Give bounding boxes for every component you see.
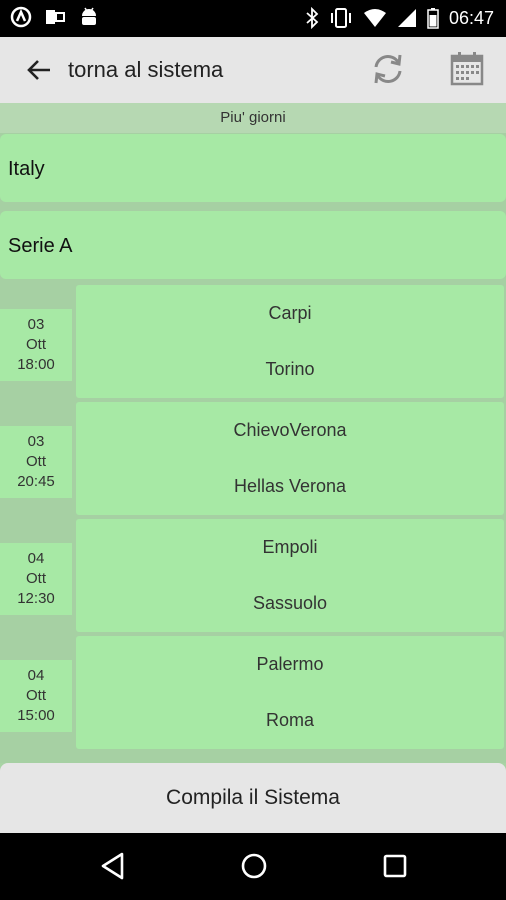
signal-icon [397, 9, 416, 27]
match-row[interactable]: 03 Ott 20:45 ChievoVerona Hellas Verona [0, 402, 506, 518]
compile-system-button[interactable]: Compila il Sistema [0, 763, 506, 833]
match-row[interactable]: 04 Ott 12:30 Empoli Sassuolo [0, 519, 506, 635]
home-team: Palermo [256, 654, 324, 674]
match-date: 04 Ott 15:00 [0, 660, 72, 732]
status-bar: 06:47 [0, 0, 506, 37]
back-nav-icon[interactable] [98, 851, 128, 881]
match-teams[interactable]: ChievoVerona Hellas Verona [76, 402, 504, 515]
country-label: Italy [8, 158, 45, 180]
match-teams[interactable]: Empoli Sassuolo [76, 519, 504, 632]
match-teams[interactable]: Palermo Roma [76, 636, 504, 749]
match-teams[interactable]: Carpi Torino [76, 285, 504, 398]
calendar-icon[interactable] [450, 51, 484, 87]
page-title: torna al sistema [68, 57, 224, 82]
match-list[interactable]: Piu' giorni Italy Serie A 03 Ott 18:00 C… [0, 103, 506, 763]
away-team: Sassuolo [252, 593, 328, 613]
home-nav-icon[interactable] [239, 851, 269, 881]
battery-icon [427, 8, 439, 29]
match-date: 04 Ott 12:30 [0, 543, 72, 615]
footer: Compila il Sistema [0, 763, 506, 833]
vibrate-icon [330, 8, 351, 28]
match-row[interactable]: 04 Ott 15:00 Palermo Roma [0, 636, 506, 752]
league-header[interactable]: Serie A [0, 211, 506, 279]
home-team: Carpi [268, 303, 312, 323]
away-team: Hellas Verona [233, 476, 347, 496]
subheader: Piu' giorni [0, 103, 506, 133]
away-team: Torino [265, 359, 315, 379]
android-icon [82, 7, 96, 25]
home-team: Empoli [262, 537, 318, 557]
recents-nav-icon[interactable] [380, 851, 410, 881]
clock: 06:47 [448, 7, 494, 28]
back-arrow-icon[interactable] [24, 55, 54, 85]
wifi-icon [363, 9, 386, 27]
match-row[interactable]: 03 Ott 18:00 Carpi Torino [0, 285, 506, 401]
app-icon [10, 6, 32, 28]
country-header[interactable]: Italy [0, 134, 506, 202]
app-bar: torna al sistema [0, 37, 506, 103]
bluetooth-icon [306, 7, 319, 29]
match-date: 03 Ott 18:00 [0, 309, 72, 381]
home-team: ChievoVerona [233, 420, 347, 440]
refresh-icon[interactable] [370, 51, 406, 87]
match-date: 03 Ott 20:45 [0, 426, 72, 498]
navigation-bar [0, 833, 506, 900]
away-team: Roma [265, 710, 314, 730]
league-label: Serie A [8, 235, 73, 257]
office-icon [46, 10, 65, 24]
